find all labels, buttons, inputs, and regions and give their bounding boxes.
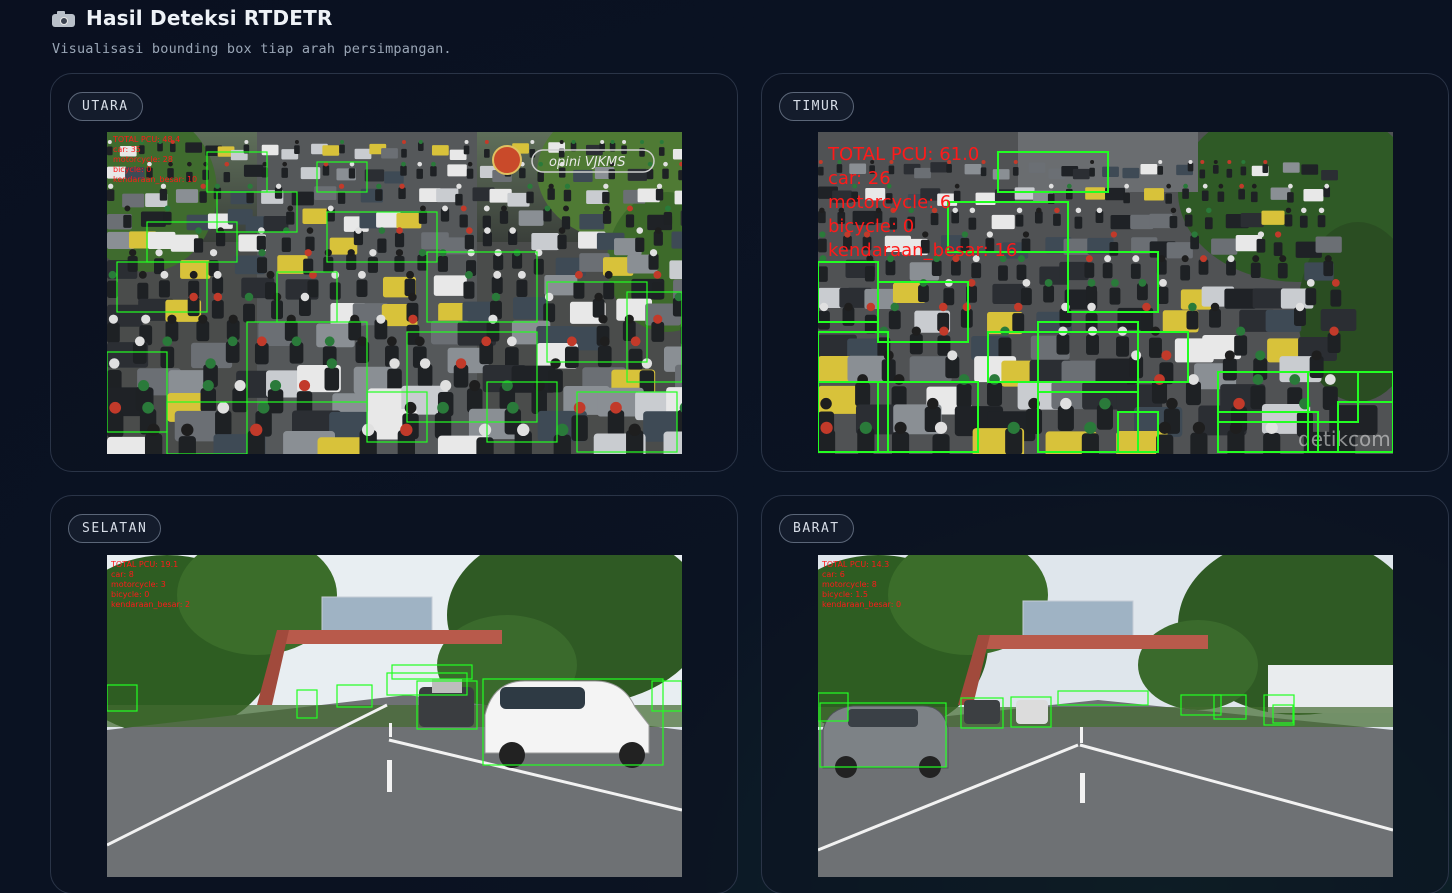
detection-image-timur[interactable]: detikcom TOTAL PCU: 61.0 car: 26 motorcycl… bbox=[818, 132, 1393, 454]
card-timur: TIMUR detikcom TOTAL PCU: 61.0 car: 26 mot… bbox=[761, 73, 1449, 472]
page-title: Hasil Deteksi RTDETR bbox=[86, 6, 333, 30]
direction-badge-utara: UTARA bbox=[68, 92, 143, 121]
watermark-timur: detikcom bbox=[1298, 427, 1391, 451]
direction-badge-selatan: SELATAN bbox=[68, 514, 162, 543]
card-barat: BARAT TOTAL PCU: 14.3 car: 6 motorcycle:… bbox=[761, 495, 1449, 893]
traffic-scene-utara: opini VJKMS bbox=[107, 132, 682, 454]
grey-suv bbox=[822, 705, 949, 778]
card-selatan: SELATAN TOTAL PCU: 19.1 car: 8 motorcycl… bbox=[50, 495, 738, 893]
direction-badge-barat: BARAT bbox=[779, 514, 854, 543]
direction-badge-timur: TIMUR bbox=[779, 92, 854, 121]
traffic-scene-timur: detikcom bbox=[818, 132, 1393, 454]
section-header: Hasil Deteksi RTDETR Visualisasi boundin… bbox=[52, 6, 452, 57]
detection-image-utara[interactable]: opini VJKMS TOTAL PCU: 48.4 car: 35 motorc… bbox=[107, 132, 682, 454]
watermark-utara: opini VJKMS bbox=[549, 155, 626, 170]
detection-image-barat[interactable]: TOTAL PCU: 14.3 car: 6 motorcycle: 8 bicycl… bbox=[818, 555, 1393, 877]
road-scene-selatan bbox=[107, 555, 682, 877]
camera-icon bbox=[52, 10, 76, 27]
detection-image-selatan[interactable]: TOTAL PCU: 19.1 car: 8 motorcycle: 3 bicycl… bbox=[107, 555, 682, 877]
road-scene-barat bbox=[818, 555, 1393, 877]
card-utara: UTARA opini VJKMS TOTAL PCU: 48.4 car: 35… bbox=[50, 73, 738, 472]
page-subtitle: Visualisasi bounding box tiap arah persi… bbox=[52, 41, 452, 57]
